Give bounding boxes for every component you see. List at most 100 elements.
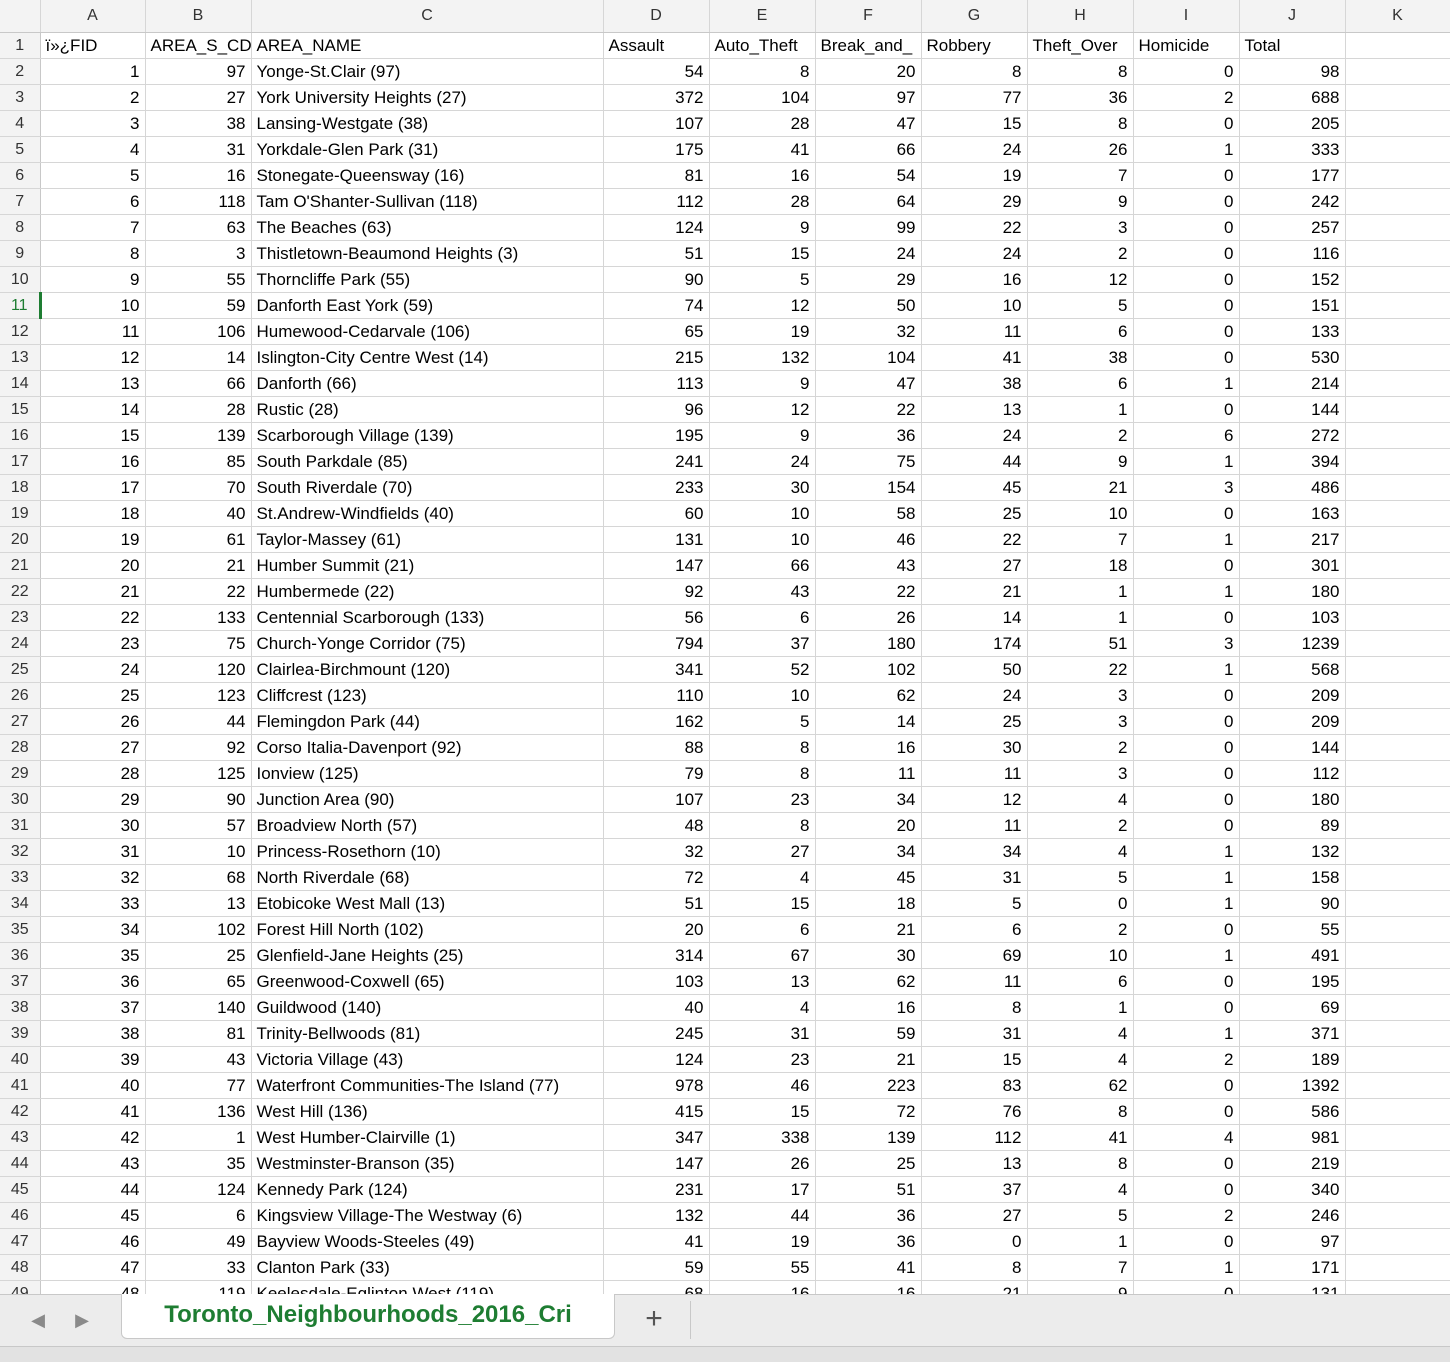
cell[interactable]: 7: [1027, 526, 1134, 553]
header-cell[interactable]: Theft_Over: [1027, 32, 1134, 59]
cell[interactable]: 4: [40, 136, 146, 163]
cell[interactable]: 62: [815, 968, 922, 995]
cell[interactable]: 41: [40, 1098, 146, 1125]
cell[interactable]: 3: [1027, 214, 1134, 241]
cell[interactable]: 102: [145, 916, 252, 943]
header-cell[interactable]: Homicide: [1133, 32, 1240, 59]
cell[interactable]: 257: [1239, 214, 1346, 241]
cell[interactable]: 63: [145, 214, 252, 241]
cell[interactable]: [1345, 682, 1450, 709]
row-header[interactable]: 5: [0, 136, 41, 163]
cell[interactable]: 0: [1133, 734, 1240, 761]
cell[interactable]: 22: [145, 578, 252, 605]
add-sheet-icon[interactable]: +: [638, 1303, 670, 1335]
cell[interactable]: 0: [1133, 214, 1240, 241]
cell[interactable]: [1345, 1046, 1450, 1073]
cell[interactable]: 180: [1239, 578, 1346, 605]
cell[interactable]: 6: [1133, 422, 1240, 449]
cell[interactable]: Keelesdale-Eglinton West (119): [251, 1280, 604, 1294]
select-all-corner[interactable]: [0, 0, 41, 33]
cell[interactable]: 152: [1239, 266, 1346, 293]
cell[interactable]: 175: [603, 136, 710, 163]
cell[interactable]: Trinity-Bellwoods (81): [251, 1020, 604, 1047]
cell[interactable]: 13: [921, 1150, 1028, 1177]
cell[interactable]: [1345, 344, 1450, 371]
cell[interactable]: 0: [1133, 1098, 1240, 1125]
cell[interactable]: [1345, 318, 1450, 345]
cell[interactable]: 2: [1133, 1046, 1240, 1073]
cell[interactable]: 25: [921, 500, 1028, 527]
cell[interactable]: 11: [815, 760, 922, 787]
cell[interactable]: 27: [709, 838, 816, 865]
cell[interactable]: 56: [603, 604, 710, 631]
cell[interactable]: Corso Italia-Davenport (92): [251, 734, 604, 761]
cell[interactable]: 65: [145, 968, 252, 995]
cell[interactable]: 7: [40, 214, 146, 241]
cell[interactable]: 6: [1027, 318, 1134, 345]
cell[interactable]: 89: [1239, 812, 1346, 839]
cell[interactable]: 189: [1239, 1046, 1346, 1073]
cell[interactable]: 16: [815, 1280, 922, 1294]
cell[interactable]: 154: [815, 474, 922, 501]
cell[interactable]: 59: [603, 1254, 710, 1281]
cell[interactable]: 31: [40, 838, 146, 865]
cell[interactable]: 132: [709, 344, 816, 371]
column-header-k[interactable]: K: [1345, 0, 1450, 33]
header-cell[interactable]: ï»¿FID: [40, 32, 146, 59]
row-header[interactable]: 10: [0, 266, 41, 293]
cell[interactable]: 12: [709, 292, 816, 319]
cell[interactable]: 32: [603, 838, 710, 865]
cell[interactable]: 9: [709, 214, 816, 241]
cell[interactable]: 30: [921, 734, 1028, 761]
cell[interactable]: 9: [1027, 188, 1134, 215]
row-header[interactable]: 15: [0, 396, 41, 423]
cell[interactable]: 4: [1027, 838, 1134, 865]
row-header[interactable]: 35: [0, 916, 41, 943]
cell[interactable]: 57: [145, 812, 252, 839]
cell[interactable]: 21: [815, 1046, 922, 1073]
cell[interactable]: 22: [815, 578, 922, 605]
cell[interactable]: 45: [921, 474, 1028, 501]
cell[interactable]: Tam O'Shanter-Sullivan (118): [251, 188, 604, 215]
cell[interactable]: South Riverdale (70): [251, 474, 604, 501]
row-header[interactable]: 30: [0, 786, 41, 813]
cell[interactable]: 24: [921, 136, 1028, 163]
cell[interactable]: [1345, 1176, 1450, 1203]
cell[interactable]: 314: [603, 942, 710, 969]
cell[interactable]: 6: [40, 188, 146, 215]
header-cell[interactable]: AREA_NAME: [251, 32, 604, 59]
row-header[interactable]: 18: [0, 474, 41, 501]
cell[interactable]: 107: [603, 786, 710, 813]
cell[interactable]: 22: [1027, 656, 1134, 683]
cell[interactable]: [1345, 916, 1450, 943]
cell[interactable]: 0: [1027, 890, 1134, 917]
cell[interactable]: 139: [815, 1124, 922, 1151]
cell[interactable]: [1345, 786, 1450, 813]
cell[interactable]: 1: [1133, 578, 1240, 605]
row-header[interactable]: 39: [0, 1020, 41, 1047]
cell[interactable]: [1345, 500, 1450, 527]
cell[interactable]: [1345, 1254, 1450, 1281]
cell[interactable]: 29: [921, 188, 1028, 215]
cell[interactable]: 1: [1133, 838, 1240, 865]
cell[interactable]: 118: [145, 188, 252, 215]
cell[interactable]: 10: [145, 838, 252, 865]
row-header[interactable]: 46: [0, 1202, 41, 1229]
cell[interactable]: 25: [145, 942, 252, 969]
cell[interactable]: 530: [1239, 344, 1346, 371]
cell[interactable]: Danforth (66): [251, 370, 604, 397]
cell[interactable]: 1: [1133, 136, 1240, 163]
cell[interactable]: [1345, 188, 1450, 215]
row-header[interactable]: 4: [0, 110, 41, 137]
cell[interactable]: 36: [815, 422, 922, 449]
cell[interactable]: 6: [709, 604, 816, 631]
cell[interactable]: 112: [1239, 760, 1346, 787]
cell[interactable]: 107: [603, 110, 710, 137]
cell[interactable]: Waterfront Communities-The Island (77): [251, 1072, 604, 1099]
cell[interactable]: 44: [145, 708, 252, 735]
header-cell[interactable]: Robbery: [921, 32, 1028, 59]
cell[interactable]: 209: [1239, 708, 1346, 735]
cell[interactable]: 8: [40, 240, 146, 267]
cell[interactable]: 1: [1133, 1254, 1240, 1281]
cell[interactable]: Kingsview Village-The Westway (6): [251, 1202, 604, 1229]
